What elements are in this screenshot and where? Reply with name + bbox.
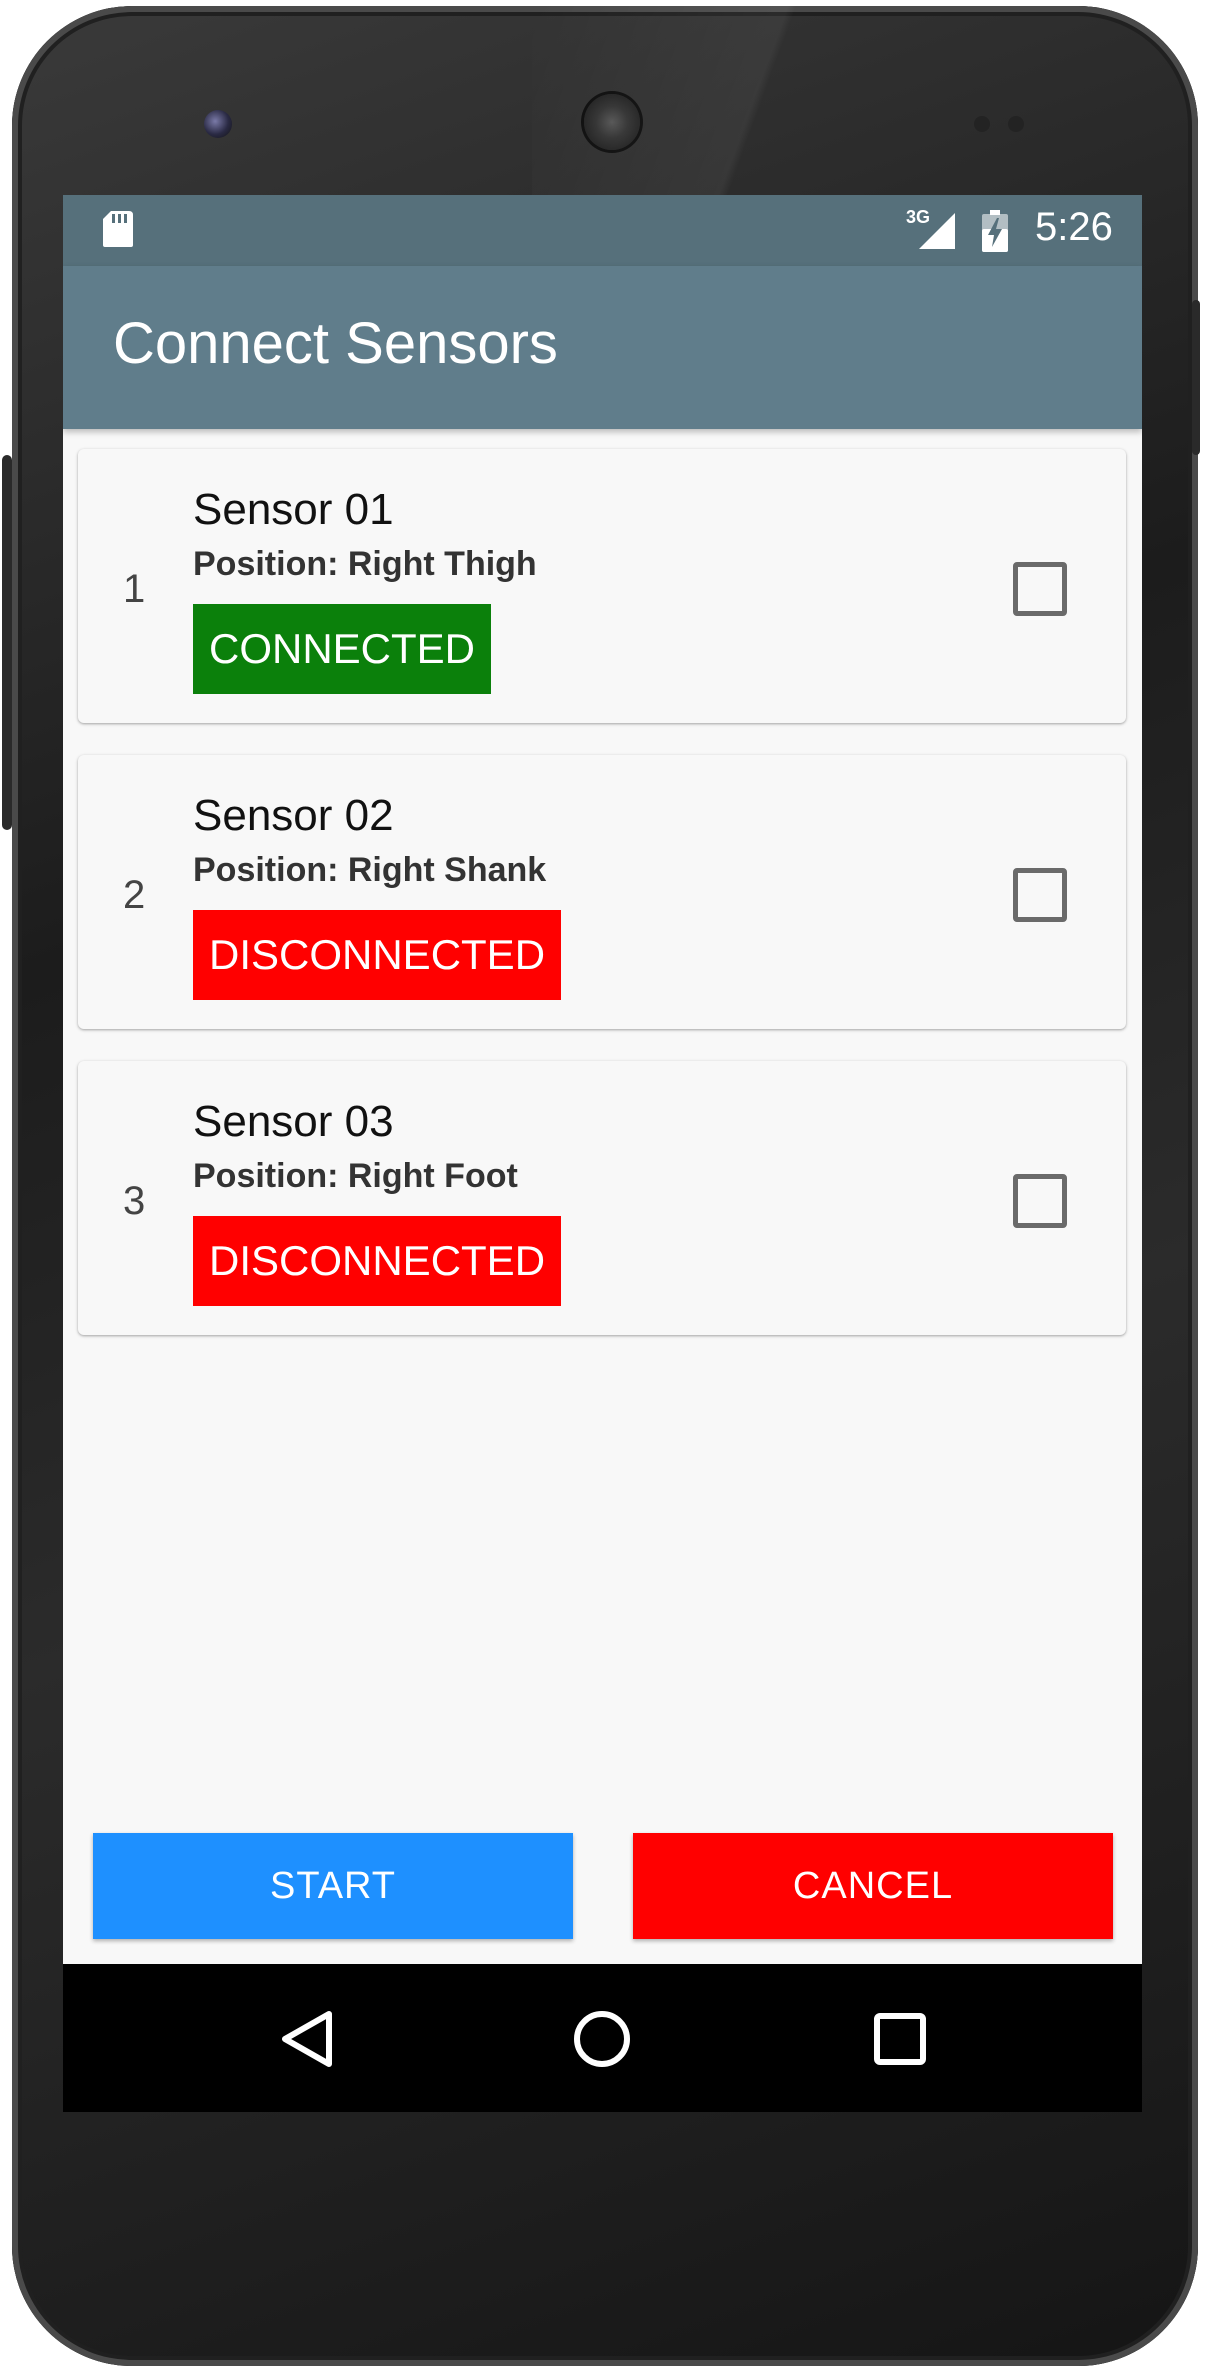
navigation-bar [63, 1964, 1142, 2112]
status-badge-disconnected: DISCONNECTED [193, 1216, 562, 1306]
back-icon[interactable] [273, 2004, 343, 2074]
sensor-select-checkbox[interactable] [1013, 1174, 1067, 1228]
battery-charging-icon [982, 210, 1008, 252]
status-badge-disconnected: DISCONNECTED [193, 910, 562, 1000]
sensor-position: Position: Right Foot [193, 1157, 518, 1195]
volume-rocker [2, 455, 12, 830]
sd-card-icon [103, 211, 133, 247]
cancel-button[interactable]: CANCEL [633, 1833, 1113, 1939]
clock: 5:26 [1035, 205, 1113, 249]
cell-signal-icon [919, 213, 955, 249]
light-sensor [1008, 116, 1024, 132]
sensor-card-3: 3 Sensor 03 Position: Right Foot DISCONN… [78, 1061, 1126, 1335]
status-bar: 3G 5:26 [63, 195, 1142, 266]
status-badge-connected: CONNECTED [193, 604, 492, 694]
earpiece-speaker [584, 94, 640, 150]
page-title: Connect Sensors [113, 311, 558, 376]
sensor-card-1: 1 Sensor 01 Position: Right Thigh CONNEC… [78, 449, 1126, 723]
sensor-select-checkbox[interactable] [1013, 868, 1067, 922]
sensor-position: Position: Right Shank [193, 851, 547, 889]
app-screen: 3G 5:26 Connect Sensors 1 Sensor 01 Posi… [63, 195, 1142, 2112]
sensor-name: Sensor 01 [193, 485, 394, 534]
sensor-select-checkbox[interactable] [1013, 562, 1067, 616]
recents-icon[interactable] [865, 2004, 935, 2074]
start-button[interactable]: START [93, 1833, 573, 1939]
sensor-name: Sensor 02 [193, 791, 394, 840]
sensor-card-2: 2 Sensor 02 Position: Right Shank DISCON… [78, 755, 1126, 1029]
sensor-index: 2 [123, 873, 146, 917]
sensor-position: Position: Right Thigh [193, 545, 537, 583]
app-bar: Connect Sensors [63, 266, 1142, 429]
sensor-index: 1 [123, 567, 146, 611]
power-button [1192, 300, 1200, 455]
home-icon[interactable] [567, 2004, 637, 2074]
proximity-sensor [974, 116, 990, 132]
sensor-name: Sensor 03 [193, 1097, 394, 1146]
front-camera [204, 110, 232, 138]
sensor-index: 3 [123, 1179, 146, 1223]
